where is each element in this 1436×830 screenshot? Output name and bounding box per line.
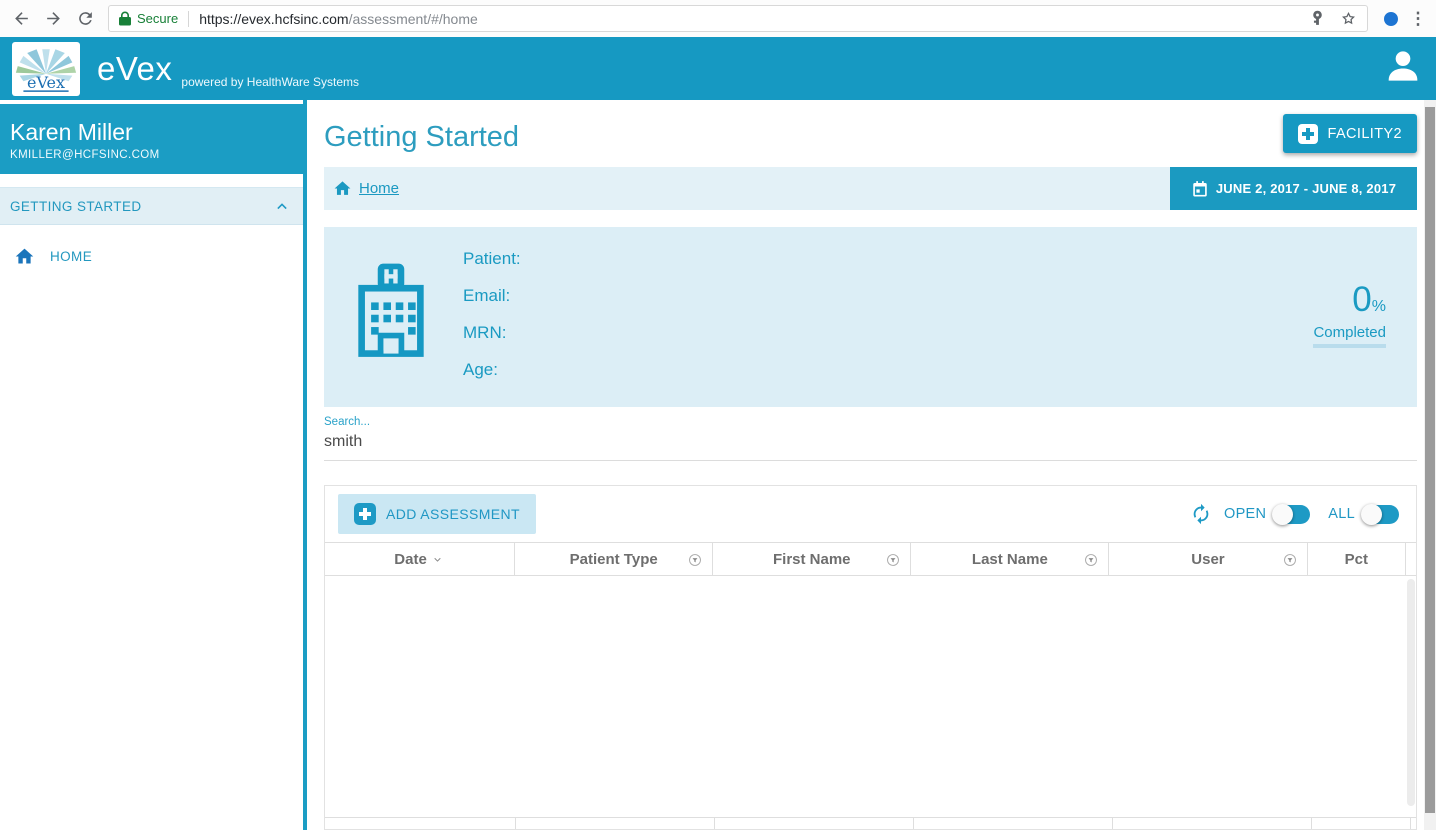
column-header-user[interactable]: User [1109, 543, 1308, 575]
hospital-icon [355, 260, 427, 407]
evex-logo-icon: eVex [15, 48, 77, 91]
table-scrollbar[interactable] [1406, 577, 1416, 816]
breadcrumb-home-link[interactable]: Home [359, 180, 399, 197]
breadcrumb: Home [324, 167, 1170, 210]
age-label: Age: [463, 360, 498, 379]
back-arrow-icon [14, 12, 28, 25]
filter-icon[interactable] [687, 552, 703, 568]
sort-down-icon [434, 557, 441, 562]
main-content: Getting Started FACILITY2 Home JUNE 2, 2… [303, 100, 1436, 830]
sidebar-section-label: GETTING STARTED [10, 198, 142, 214]
open-toggle[interactable] [1272, 503, 1311, 525]
sidebar-section-getting-started[interactable]: GETTING STARTED [0, 187, 303, 225]
calendar-icon [1193, 180, 1207, 196]
table-header-row: Date Patient Type First Name Last Name U… [325, 542, 1416, 576]
assessments-table: ADD ASSESSMENT OPEN ALL Date Patient Typ… [324, 485, 1417, 830]
forward-button[interactable] [40, 6, 66, 32]
plus-icon [354, 503, 376, 525]
sidebar-item-label: HOME [50, 248, 93, 264]
lock-icon [119, 11, 131, 26]
sidebar: Karen Miller KMILLER@HCFSINC.COM GETTING… [0, 100, 303, 830]
patient-label: Patient: [463, 249, 521, 268]
browser-chrome: Secure https://evex.hcfsinc.com /assessm… [0, 0, 1436, 37]
all-toggle-label: ALL [1328, 506, 1355, 522]
evex-logo[interactable]: eVex [12, 41, 80, 96]
all-toggle[interactable] [1361, 503, 1399, 525]
chevron-up-icon [277, 203, 287, 210]
app-header: eVex eVex powered by HealthWare Systems [0, 37, 1436, 100]
table-scrollbar-thumb[interactable] [1407, 579, 1415, 806]
url-host: https://evex.hcfsinc.com [199, 10, 349, 27]
address-bar[interactable]: Secure https://evex.hcfsinc.com /assessm… [108, 5, 1368, 32]
back-button[interactable] [8, 6, 34, 32]
patient-summary-card: Patient: Email: MRN: Age: 0% Completed [324, 227, 1417, 407]
column-header-last-name[interactable]: Last Name [911, 543, 1110, 575]
reload-button[interactable] [72, 6, 98, 32]
search-label: Search... [324, 416, 371, 428]
person-icon [1388, 51, 1418, 81]
key-icon[interactable] [1309, 10, 1326, 27]
mrn-label: MRN: [463, 323, 507, 342]
security-chip[interactable]: Secure [119, 11, 178, 26]
app-tagline: powered by HealthWare Systems [181, 75, 360, 89]
user-panel: Karen Miller KMILLER@HCFSINC.COM [0, 104, 303, 174]
browser-menu-icon[interactable]: ⋮ [1408, 10, 1428, 27]
page-title: Getting Started [324, 121, 520, 153]
toggle-knob [1361, 503, 1382, 525]
svg-text:eVex: eVex [27, 72, 65, 91]
plus-icon [1298, 123, 1319, 144]
forward-arrow-icon [46, 12, 60, 25]
open-toggle-label: OPEN [1224, 506, 1267, 522]
page-scrollbar-thumb[interactable] [1425, 107, 1435, 813]
filter-icon[interactable] [1282, 552, 1298, 568]
home-icon [15, 248, 34, 263]
search-field: Search... [324, 416, 1417, 461]
refresh-button[interactable] [1190, 503, 1212, 525]
completed-link[interactable]: Completed [1313, 324, 1386, 348]
app-name: eVex [97, 49, 173, 87]
column-header-date[interactable]: Date [325, 543, 516, 575]
filter-icon[interactable] [885, 552, 901, 568]
percent-complete: 0% [1352, 280, 1386, 319]
facility-button-label: FACILITY2 [1327, 125, 1402, 142]
filter-icon[interactable] [1083, 552, 1099, 568]
url-path: /assessment/#/home [348, 10, 478, 27]
user-name: Karen Miller [10, 119, 133, 145]
url-separator [188, 10, 190, 27]
table-body-empty [325, 576, 1416, 817]
header-scrollbar-gutter [1406, 543, 1416, 575]
profile-avatar[interactable] [1384, 11, 1398, 26]
column-header-first-name[interactable]: First Name [713, 543, 912, 575]
facility-button[interactable]: FACILITY2 [1283, 114, 1417, 153]
search-input[interactable] [324, 433, 724, 451]
column-header-patient-type[interactable]: Patient Type [515, 543, 714, 575]
home-icon [334, 181, 351, 195]
date-range-label: JUNE 2, 2017 - JUNE 8, 2017 [1215, 181, 1397, 196]
user-email: KMILLER@HCFSINC.COM [10, 149, 160, 161]
sidebar-item-home[interactable]: HOME [0, 237, 303, 275]
add-assessment-button[interactable]: ADD ASSESSMENT [338, 494, 536, 534]
user-menu-button[interactable] [1383, 46, 1423, 91]
bookmark-star-icon[interactable] [1340, 10, 1357, 27]
email-label: Email: [463, 286, 511, 305]
date-range-picker[interactable]: JUNE 2, 2017 - JUNE 8, 2017 [1170, 167, 1417, 210]
page-scrollbar[interactable] [1424, 100, 1436, 830]
column-header-pct[interactable]: Pct [1308, 543, 1407, 575]
add-assessment-label: ADD ASSESSMENT [386, 506, 520, 522]
toggle-knob [1272, 503, 1294, 525]
refresh-icon [1193, 503, 1209, 525]
secure-label: Secure [137, 11, 179, 26]
table-footer-row [325, 817, 1416, 829]
reload-icon [78, 12, 92, 25]
